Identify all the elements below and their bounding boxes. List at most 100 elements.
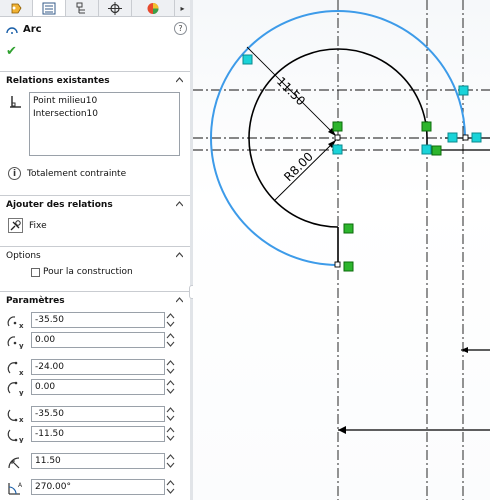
relation-marker-icon[interactable] bbox=[431, 145, 442, 156]
tab-display-manager[interactable] bbox=[132, 0, 175, 16]
for-construction-checkbox[interactable] bbox=[31, 267, 40, 277]
graphics-area[interactable]: 11.50 R8.00 bbox=[193, 0, 490, 500]
section-existing-relations[interactable]: Relations existantes bbox=[0, 71, 190, 90]
center-y-icon: y bbox=[7, 336, 24, 349]
radius-dimension-inner[interactable]: R8.00 bbox=[281, 149, 316, 184]
relation-item[interactable]: Intersection10 bbox=[33, 108, 176, 121]
angle-input[interactable]: 270.00° bbox=[31, 479, 165, 495]
angle-icon: A bbox=[8, 482, 23, 495]
arc-icon bbox=[6, 27, 18, 34]
start-y-icon: y bbox=[7, 381, 24, 396]
radius-dimension-outer[interactable]: 11.50 bbox=[274, 74, 308, 108]
add-relation-fix-button[interactable]: Fixe bbox=[8, 218, 47, 233]
constraint-status: i Totalement contrainte bbox=[8, 167, 126, 180]
spinner-icon[interactable] bbox=[166, 426, 175, 442]
section-title: Options bbox=[6, 251, 41, 261]
param-radius: 11.50 bbox=[6, 453, 186, 471]
param-angle: A 270.00° bbox=[6, 479, 186, 497]
param-start-y: y 0.00 bbox=[6, 379, 186, 397]
relation-marker-icon[interactable] bbox=[421, 121, 432, 132]
info-icon: i bbox=[8, 167, 21, 180]
radius-input[interactable]: 11.50 bbox=[31, 453, 165, 469]
spinner-icon[interactable] bbox=[166, 359, 175, 375]
help-button[interactable]: ? bbox=[174, 22, 187, 35]
fix-relation-icon bbox=[8, 218, 23, 233]
property-manager-icon bbox=[42, 2, 56, 14]
relation-marker-icon[interactable] bbox=[332, 121, 343, 132]
for-construction-label: Pour la construction bbox=[43, 267, 133, 277]
tab-feature-manager[interactable] bbox=[0, 0, 33, 16]
relation-marker-icon[interactable] bbox=[343, 261, 354, 272]
svg-text:y: y bbox=[19, 389, 24, 396]
param-center-y: y 0.00 bbox=[6, 332, 186, 350]
tab-property-manager[interactable] bbox=[33, 0, 66, 16]
point-marker-icon[interactable] bbox=[242, 54, 253, 65]
param-end-x: x -35.50 bbox=[6, 406, 186, 424]
section-title: Ajouter des relations bbox=[6, 200, 113, 210]
property-manager-panel: ▸ Arc ? ✔ Relations existantes Point mil… bbox=[0, 0, 191, 500]
relation-item[interactable]: Point milieu10 bbox=[33, 95, 176, 108]
svg-text:A: A bbox=[18, 482, 23, 489]
sketch-point[interactable] bbox=[334, 134, 341, 141]
spinner-icon[interactable] bbox=[166, 453, 175, 469]
param-center-x: x -35.50 bbox=[6, 312, 186, 330]
display-manager-icon bbox=[147, 2, 159, 14]
arrowhead-icon bbox=[338, 426, 346, 434]
chevron-up-icon[interactable] bbox=[176, 200, 183, 207]
section-options[interactable]: Options bbox=[0, 246, 190, 265]
relation-markers bbox=[332, 121, 442, 272]
sketch-canvas[interactable]: 11.50 R8.00 bbox=[193, 0, 490, 500]
chevron-up-icon[interactable] bbox=[176, 76, 183, 83]
chevron-up-icon[interactable] bbox=[176, 251, 183, 258]
radius-icon bbox=[8, 457, 20, 469]
section-parameters[interactable]: Paramètres bbox=[0, 291, 190, 310]
sketch-point[interactable] bbox=[462, 134, 469, 141]
center-x-input[interactable]: -35.50 bbox=[31, 312, 165, 328]
constraint-status-text: Totalement contrainte bbox=[27, 168, 127, 179]
svg-text:y: y bbox=[19, 436, 24, 443]
start-x-input[interactable]: -24.00 bbox=[31, 359, 165, 375]
end-y-input[interactable]: -11.50 bbox=[31, 426, 165, 442]
section-title: Relations existantes bbox=[6, 76, 110, 86]
for-construction-option[interactable]: Pour la construction bbox=[31, 267, 133, 277]
svg-text:y: y bbox=[19, 342, 24, 349]
point-marker-icon[interactable] bbox=[471, 132, 482, 143]
fix-relation-label: Fixe bbox=[29, 220, 47, 231]
tab-dimxpert[interactable] bbox=[99, 0, 132, 16]
spinner-icon[interactable] bbox=[166, 406, 175, 422]
spinner-icon[interactable] bbox=[166, 379, 175, 395]
section-title: Paramètres bbox=[6, 296, 65, 306]
spinner-icon[interactable] bbox=[166, 479, 175, 495]
feature-manager-icon bbox=[11, 3, 22, 13]
end-x-icon: x bbox=[7, 409, 24, 423]
svg-text:x: x bbox=[19, 369, 24, 376]
dimxpert-icon bbox=[108, 1, 122, 15]
section-add-relations[interactable]: Ajouter des relations bbox=[0, 195, 190, 214]
center-x-icon: x bbox=[7, 316, 24, 329]
manager-tabs: ▸ bbox=[0, 0, 190, 17]
param-start-x: x -24.00 bbox=[6, 359, 186, 377]
param-end-y: y -11.50 bbox=[6, 426, 186, 444]
end-x-input[interactable]: -35.50 bbox=[31, 406, 165, 422]
chevron-up-icon[interactable] bbox=[176, 296, 183, 303]
point-marker-icon[interactable] bbox=[458, 85, 469, 96]
spinner-icon[interactable] bbox=[166, 312, 175, 328]
relation-marker-icon[interactable] bbox=[343, 223, 354, 234]
tab-configuration-manager[interactable] bbox=[66, 0, 99, 16]
point-marker-icon[interactable] bbox=[447, 132, 458, 143]
svg-text:x: x bbox=[19, 322, 24, 329]
end-y-icon: y bbox=[7, 429, 24, 443]
ok-checkmark-button[interactable]: ✔ bbox=[6, 44, 17, 59]
feature-title: Arc bbox=[23, 23, 42, 35]
sketch-point[interactable] bbox=[334, 261, 341, 268]
existing-relations-list[interactable]: Point milieu10 Intersection10 bbox=[29, 92, 180, 156]
start-y-input[interactable]: 0.00 bbox=[31, 379, 165, 395]
relation-perpendicular-icon bbox=[10, 96, 21, 108]
tabs-more-icon[interactable]: ▸ bbox=[175, 0, 190, 16]
point-marker-icon[interactable] bbox=[332, 144, 343, 155]
center-y-input[interactable]: 0.00 bbox=[31, 332, 165, 348]
point-marker-icon[interactable] bbox=[421, 144, 432, 155]
spinner-icon[interactable] bbox=[166, 332, 175, 348]
feature-title-row: Arc bbox=[6, 22, 42, 36]
configuration-manager-icon bbox=[76, 2, 85, 13]
